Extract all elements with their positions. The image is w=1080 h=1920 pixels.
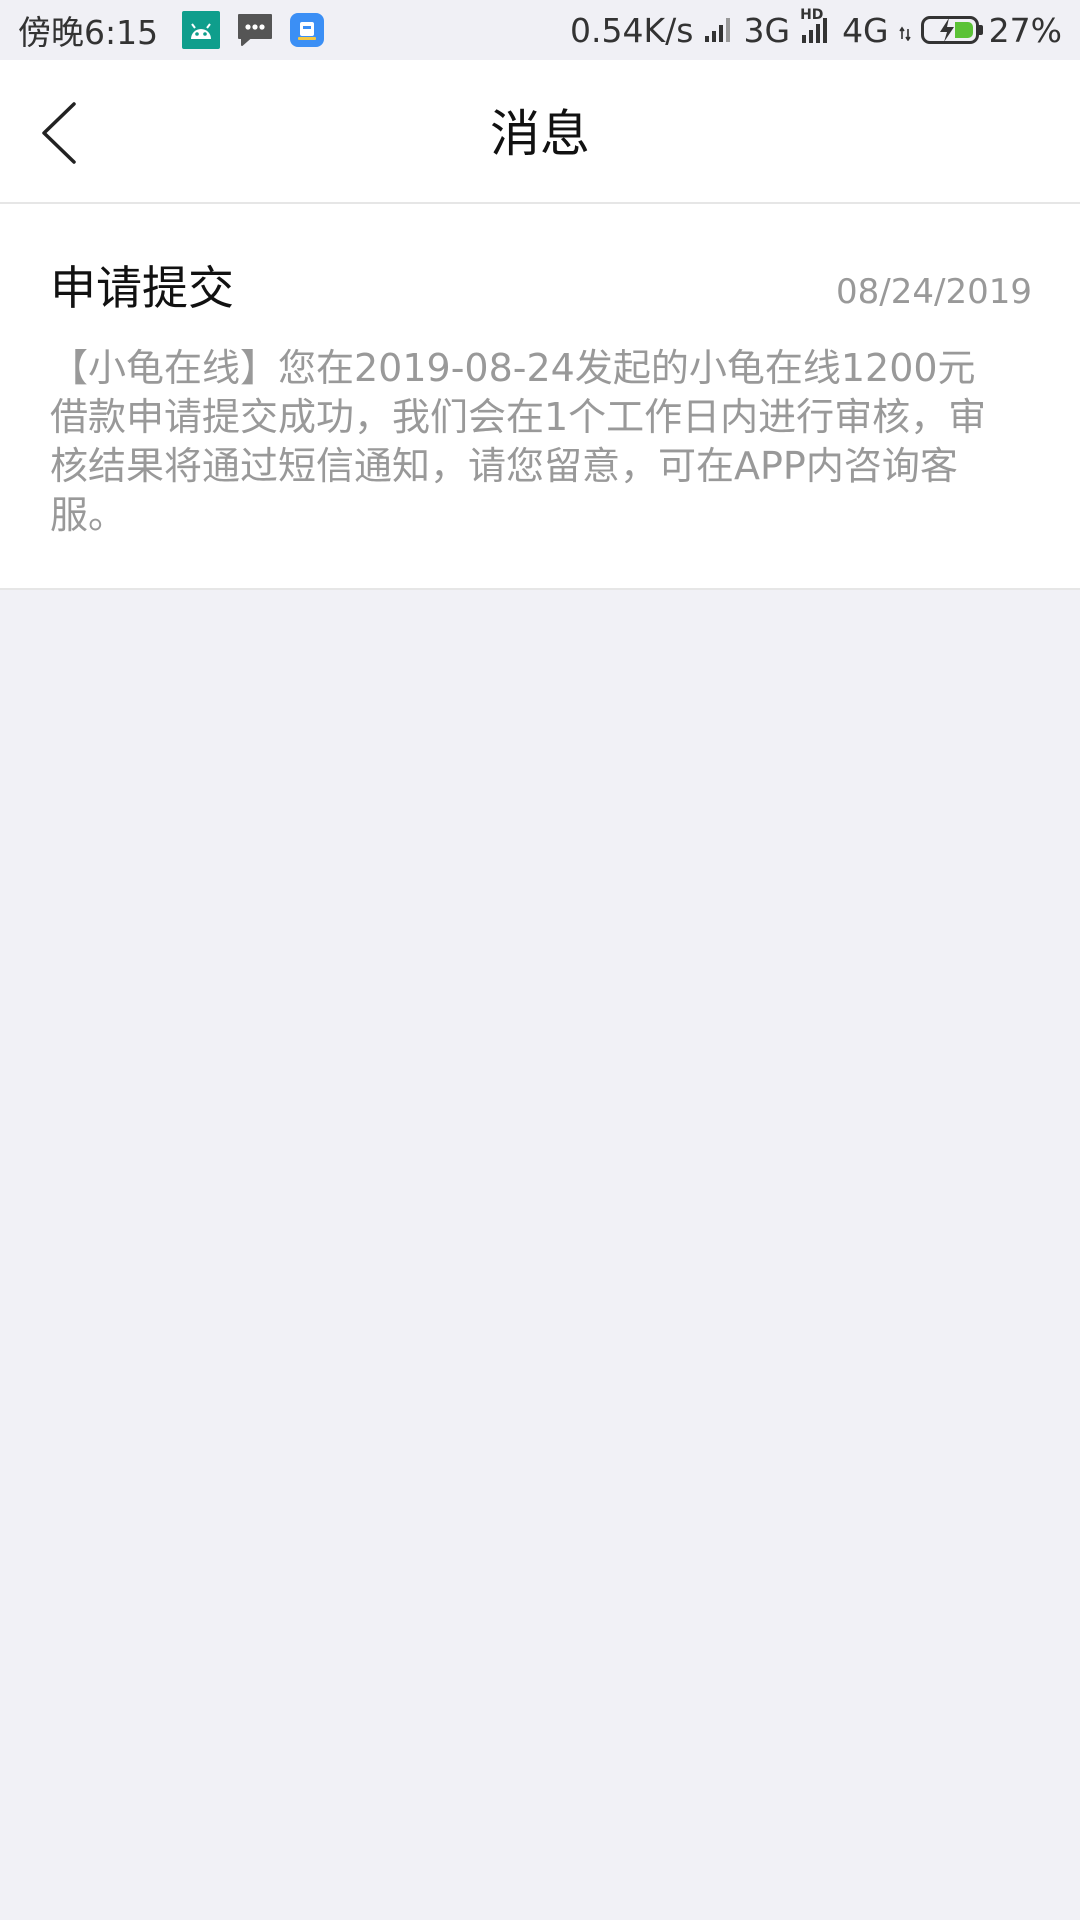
page-title: 消息	[490, 105, 590, 163]
nav-bar: 消息	[0, 60, 1080, 204]
status-time: 傍晚6:15	[18, 13, 159, 52]
message-body: 【小龟在线】您在2019-08-24发起的小龟在线1200元借款申请提交成功，我…	[50, 346, 987, 537]
hd-signal: HD	[800, 7, 832, 45]
message-icon	[236, 11, 274, 49]
status-right: 0.54K/s 3G HD 4G 27%	[570, 7, 1062, 50]
network-3g-label: 3G	[743, 10, 791, 50]
message-date: 08/24/2019	[836, 272, 1032, 312]
net-speed: 0.54K/s	[570, 10, 694, 50]
signal-icon	[703, 16, 733, 44]
battery-icon	[920, 16, 983, 44]
data-arrows-icon	[898, 19, 911, 41]
android-app-icon	[182, 11, 221, 49]
message-title: 申请提交	[50, 261, 234, 315]
status-left: 傍晚6:15	[18, 6, 325, 54]
network-4g-label: 4G	[842, 10, 889, 50]
blue-app-icon	[290, 13, 325, 47]
status-bar: 傍晚6:15 0.54K/s 3G HD 4G 27%	[0, 0, 1080, 60]
message-card[interactable]: 申请提交 08/24/2019 【小龟在线】您在2019-08-24发起的小龟在…	[0, 204, 1080, 590]
hd-label: HD	[800, 7, 824, 23]
charging-bolt-icon	[939, 18, 954, 42]
battery-percent: 27%	[988, 10, 1062, 50]
